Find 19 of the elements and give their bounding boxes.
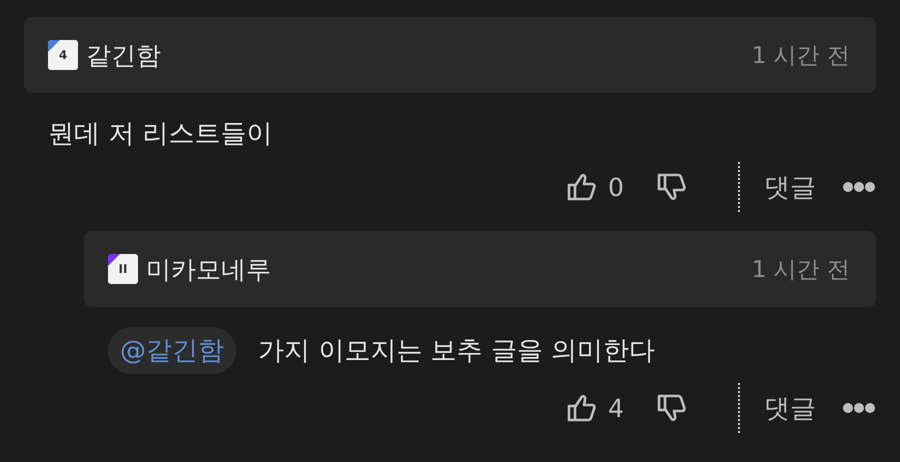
badge-label: II xyxy=(118,263,128,275)
comment-text: 가지 이모지는 보추 글을 의미한다 xyxy=(258,335,656,368)
timestamp: 1 시간 전 xyxy=(752,256,850,284)
more-icon[interactable] xyxy=(842,181,876,193)
like-count: 4 xyxy=(608,394,624,422)
reply-button[interactable]: 댓글 xyxy=(764,170,816,204)
reply-button[interactable]: 댓글 xyxy=(764,390,816,426)
thumbs-down-icon[interactable] xyxy=(656,171,688,203)
thumbs-up-icon[interactable] xyxy=(566,392,598,424)
like-count: 0 xyxy=(608,172,624,202)
comment-text: 뭔데 저 리스트들이 xyxy=(48,118,273,150)
more-icon[interactable] xyxy=(842,402,876,414)
author-name[interactable]: 같긴함 xyxy=(86,38,161,72)
author-name[interactable]: 미카모네루 xyxy=(146,252,271,286)
badge-label: 4 xyxy=(58,49,68,61)
thumbs-down-icon[interactable] xyxy=(656,392,688,424)
mention-link[interactable]: @같긴함 xyxy=(108,327,236,374)
thumbs-up-icon[interactable] xyxy=(566,171,598,203)
timestamp: 1 시간 전 xyxy=(752,42,850,70)
